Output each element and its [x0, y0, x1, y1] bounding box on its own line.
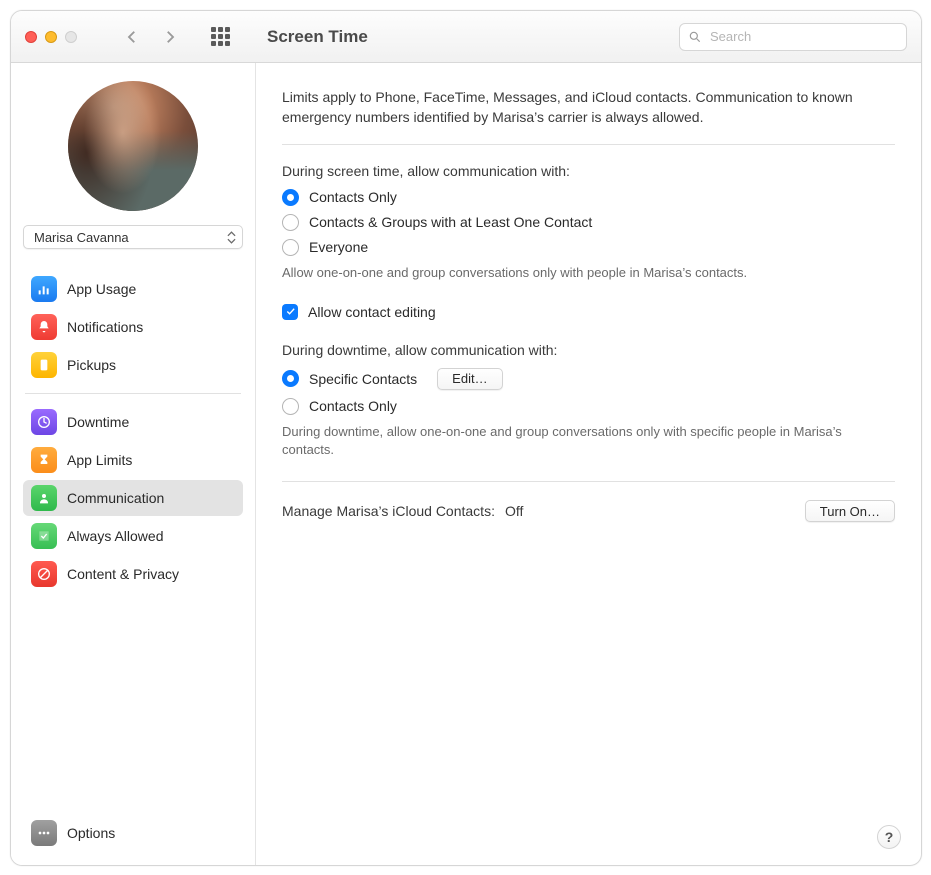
- radio-icon: [282, 239, 299, 256]
- checkbox-icon: [282, 304, 298, 320]
- radio-label: Everyone: [309, 239, 368, 255]
- sidebar-item-label: Communication: [67, 490, 164, 506]
- titlebar: Screen Time: [11, 11, 921, 63]
- sidebar-separator: [25, 393, 241, 394]
- sidebar-item-label: Pickups: [67, 357, 116, 373]
- user-switcher[interactable]: Marisa Cavanna: [23, 225, 243, 249]
- search-field[interactable]: [679, 23, 907, 51]
- divider: [282, 481, 895, 482]
- screen-time-hint: Allow one-on-one and group conversations…: [282, 264, 895, 282]
- ellipsis-icon: [31, 820, 57, 846]
- pane-description: Limits apply to Phone, FaceTime, Message…: [282, 87, 895, 128]
- sidebar-item-communication[interactable]: Communication: [23, 480, 243, 516]
- checkbox-label: Allow contact editing: [308, 304, 436, 320]
- check-shield-icon: [31, 523, 57, 549]
- popup-indicator-icon: [227, 231, 236, 244]
- bell-icon: [31, 314, 57, 340]
- sidebar-item-label: App Usage: [67, 281, 136, 297]
- radio-icon: [282, 370, 299, 387]
- user-avatar[interactable]: [68, 81, 198, 211]
- radio-label: Contacts & Groups with at Least One Cont…: [309, 214, 592, 230]
- sidebar-item-label: Always Allowed: [67, 528, 164, 544]
- help-button[interactable]: ?: [877, 825, 901, 849]
- show-all-prefs-button[interactable]: [203, 22, 237, 52]
- minimize-button[interactable]: [45, 31, 57, 43]
- sidebar-item-options[interactable]: Options: [23, 815, 243, 851]
- sidebar: Marisa Cavanna App Usage Not: [11, 63, 255, 865]
- screen-time-window: Screen Time Marisa Cavanna: [10, 10, 922, 866]
- pickups-icon: [31, 352, 57, 378]
- question-mark-icon: ?: [885, 829, 894, 845]
- sidebar-item-notifications[interactable]: Notifications: [23, 309, 243, 345]
- downtime-section-title: During downtime, allow communication wit…: [282, 342, 895, 358]
- radio-label: Contacts Only: [309, 189, 397, 205]
- back-button[interactable]: [115, 22, 149, 52]
- hourglass-icon: [31, 447, 57, 473]
- radio-contacts-only[interactable]: Contacts Only: [282, 189, 895, 206]
- radio-icon: [282, 398, 299, 415]
- zoom-button[interactable]: [65, 31, 77, 43]
- sidebar-item-always-allowed[interactable]: Always Allowed: [23, 518, 243, 554]
- edit-contacts-button[interactable]: Edit…: [437, 368, 502, 390]
- radio-specific-contacts[interactable]: Specific Contacts Edit…: [282, 368, 895, 390]
- check-icon: [285, 306, 296, 317]
- sidebar-item-pickups[interactable]: Pickups: [23, 347, 243, 383]
- no-sign-icon: [31, 561, 57, 587]
- sidebar-item-downtime[interactable]: Downtime: [23, 404, 243, 440]
- radio-icon: [282, 189, 299, 206]
- sidebar-item-content-privacy[interactable]: Content & Privacy: [23, 556, 243, 592]
- radio-label: Contacts Only: [309, 398, 397, 414]
- sidebar-item-label: Options: [67, 825, 115, 841]
- search-icon: [688, 30, 702, 44]
- close-button[interactable]: [25, 31, 37, 43]
- manage-icloud-status: Off: [505, 503, 523, 519]
- sidebar-item-app-usage[interactable]: App Usage: [23, 271, 243, 307]
- window-controls: [25, 31, 77, 43]
- chevron-right-icon: [161, 28, 179, 46]
- sidebar-item-app-limits[interactable]: App Limits: [23, 442, 243, 478]
- radio-contacts-groups[interactable]: Contacts & Groups with at Least One Cont…: [282, 214, 895, 231]
- radio-label: Specific Contacts: [309, 371, 417, 387]
- radio-icon: [282, 214, 299, 231]
- communication-icon: [31, 485, 57, 511]
- manage-icloud-label: Manage Marisa’s iCloud Contacts:: [282, 503, 495, 519]
- turn-on-button[interactable]: Turn On…: [805, 500, 895, 522]
- window-title: Screen Time: [267, 27, 368, 47]
- sidebar-item-label: Content & Privacy: [67, 566, 179, 582]
- sidebar-item-label: Notifications: [67, 319, 143, 335]
- forward-button[interactable]: [153, 22, 187, 52]
- divider: [282, 144, 895, 145]
- sidebar-item-label: App Limits: [67, 452, 132, 468]
- communication-pane: Limits apply to Phone, FaceTime, Message…: [256, 63, 921, 865]
- allow-contact-editing-checkbox[interactable]: Allow contact editing: [282, 304, 895, 320]
- search-input[interactable]: [708, 28, 898, 45]
- sidebar-item-label: Downtime: [67, 414, 129, 430]
- chevron-left-icon: [123, 28, 141, 46]
- downtime-hint: During downtime, allow one-on-one and gr…: [282, 423, 895, 459]
- user-name: Marisa Cavanna: [34, 230, 129, 245]
- screen-time-section-title: During screen time, allow communication …: [282, 163, 895, 179]
- downtime-icon: [31, 409, 57, 435]
- bar-chart-icon: [31, 276, 57, 302]
- radio-downtime-contacts-only[interactable]: Contacts Only: [282, 398, 895, 415]
- radio-everyone[interactable]: Everyone: [282, 239, 895, 256]
- toolbar-nav: [115, 22, 187, 52]
- grid-icon: [211, 27, 230, 46]
